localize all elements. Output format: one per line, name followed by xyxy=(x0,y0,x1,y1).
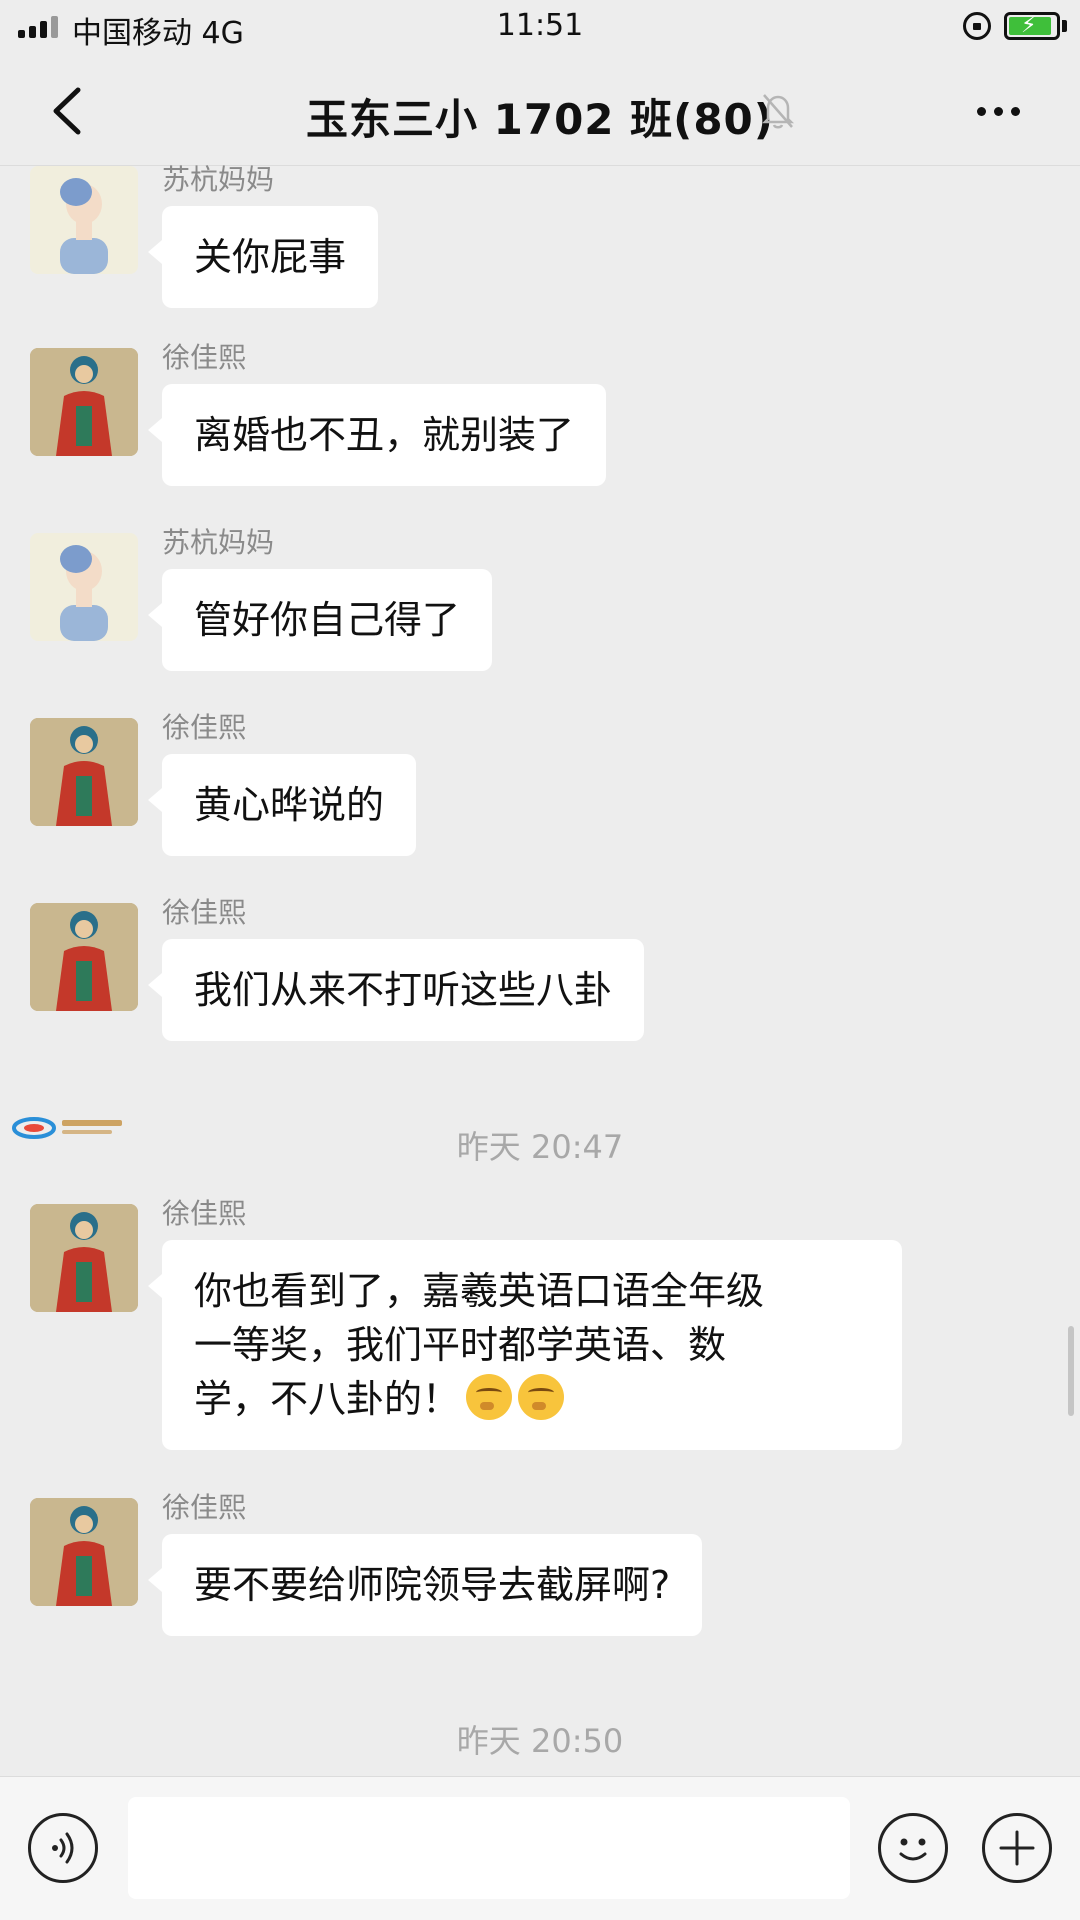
thinking-face-emoji xyxy=(518,1374,565,1420)
avatar-monk-painting[interactable] xyxy=(30,1204,138,1312)
more-dot xyxy=(1010,106,1020,116)
avatar-monk-painting[interactable] xyxy=(30,348,138,456)
message-item: 徐佳熙 你也看到了，嘉羲英语口语全年级 一等奖，我们平时都学英语、数 学，不八卦… xyxy=(0,1194,1080,1450)
message-bubble[interactable]: 管好你自己得了 xyxy=(147,569,493,671)
charging-bolt-icon: ⚡ xyxy=(1021,13,1037,38)
timestamp: 昨天 20:47 xyxy=(456,1128,624,1166)
sender-name: 徐佳熙 xyxy=(162,711,247,744)
emoji-button[interactable] xyxy=(878,1813,948,1883)
timestamp: 昨天 20:50 xyxy=(456,1722,624,1760)
status-time: 11:51 xyxy=(496,8,584,43)
more-dot xyxy=(976,106,986,116)
voice-icon xyxy=(52,1832,74,1864)
message-bubble[interactable]: 要不要给师院领导去截屏啊? xyxy=(147,1534,703,1636)
nav-bar: 玉东三小 1702 班(80) xyxy=(0,56,1080,166)
message-bubble[interactable]: 我们从来不打听这些八卦 xyxy=(147,939,645,1041)
plus-button[interactable] xyxy=(982,1813,1052,1883)
smiley-icon xyxy=(899,1838,927,1861)
message-bubble[interactable]: 黄心晔说的 xyxy=(147,754,417,856)
avatar-lady-portrait[interactable] xyxy=(30,166,138,274)
avatar-monk-painting[interactable] xyxy=(30,718,138,826)
sender-name: 徐佳熙 xyxy=(162,1197,247,1230)
message-input[interactable] xyxy=(128,1797,850,1899)
message-item: 徐佳熙 我们从来不打听这些八卦 xyxy=(0,893,1080,1053)
sender-name: 徐佳熙 xyxy=(162,341,247,374)
avatar-monk-painting[interactable] xyxy=(30,1498,138,1606)
sender-name: 徐佳熙 xyxy=(162,896,247,929)
plus-circle-icon xyxy=(999,1830,1035,1866)
message-line: 一等奖，我们平时都学英语、数 xyxy=(194,1323,727,1367)
message-line-last: 学，不八卦的！ xyxy=(194,1372,870,1426)
message-bubble[interactable]: 离婚也不丑，就别装了 xyxy=(147,384,607,486)
rotation-lock-icon xyxy=(963,12,991,40)
more-button[interactable] xyxy=(968,96,1028,126)
message-item: 徐佳熙 黄心晔说的 xyxy=(0,708,1080,868)
message-item: 苏杭妈妈 管好你自己得了 xyxy=(0,523,1080,683)
avatar-lady-portrait[interactable] xyxy=(30,533,138,641)
bell-muted-icon xyxy=(760,91,796,131)
thinking-face-emoji xyxy=(466,1374,513,1420)
chat-title: 玉东三小 1702 班(80) xyxy=(306,95,774,144)
scrollbar-thumb[interactable] xyxy=(1068,1326,1074,1416)
sender-name: 苏杭妈妈 xyxy=(162,163,275,196)
sender-name: 徐佳熙 xyxy=(162,1491,247,1524)
avatar-monk-painting[interactable] xyxy=(30,903,138,1011)
message-item: 苏杭妈妈 关你屁事 xyxy=(0,156,1080,316)
message-bubble[interactable]: 你也看到了，嘉羲英语口语全年级 一等奖，我们平时都学英语、数 学，不八卦的！ xyxy=(148,1240,902,1450)
watermark-logo xyxy=(12,1117,122,1139)
message-item: 徐佳熙 离婚也不丑，就别装了 xyxy=(0,338,1080,498)
message-bubble[interactable]: 关你屁事 xyxy=(147,206,379,308)
input-bar xyxy=(0,1776,1080,1920)
message-item: 徐佳熙 要不要给师院领导去截屏啊? xyxy=(0,1488,1080,1648)
sender-name: 苏杭妈妈 xyxy=(162,526,275,559)
status-bar: 中国移动 4G 11:51 ⚡ xyxy=(0,0,1080,56)
more-dot xyxy=(993,106,1003,116)
message-line-text: 学，不八卦的！ xyxy=(194,1377,461,1421)
battery-tip xyxy=(1062,20,1067,32)
message-line: 你也看到了，嘉羲英语口语全年级 xyxy=(194,1269,765,1313)
chat-area[interactable]: 苏杭妈妈 关你屁事 徐佳熙 离婚也不丑，就别装了 苏杭妈妈 管好你自己得了 徐佳… xyxy=(0,163,1080,1776)
voice-button[interactable] xyxy=(28,1813,98,1883)
